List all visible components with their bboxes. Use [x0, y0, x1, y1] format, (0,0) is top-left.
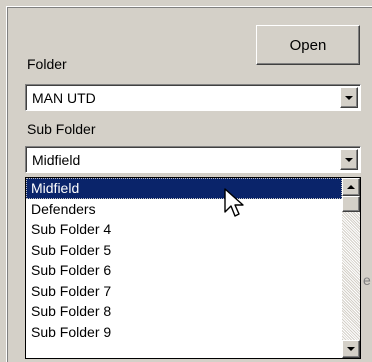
- list-item[interactable]: Defenders: [26, 199, 342, 220]
- list-item[interactable]: Sub Folder 7: [26, 281, 342, 302]
- dropdown-items: Midfield Defenders Sub Folder 4 Sub Fold…: [26, 178, 342, 342]
- list-item[interactable]: Sub Folder 5: [26, 240, 342, 261]
- list-item[interactable]: Sub Folder 4: [26, 219, 342, 240]
- sub-folder-label: Sub Folder: [27, 121, 96, 137]
- sub-folder-select-value: Midfield: [32, 152, 81, 168]
- sub-folder-select[interactable]: Midfield: [25, 146, 361, 173]
- list-item[interactable]: Sub Folder 6: [26, 260, 342, 281]
- mouse-pointer-icon: [224, 188, 244, 217]
- list-item[interactable]: Sub Folder 8: [26, 301, 342, 322]
- scroll-down-icon: [347, 347, 355, 351]
- sub-folder-dropdown-button[interactable]: [340, 149, 358, 170]
- open-button[interactable]: Open: [256, 25, 360, 65]
- scroll-down-button[interactable]: [342, 340, 360, 358]
- background-fragment: e: [363, 272, 371, 288]
- scroll-thumb[interactable]: [342, 196, 360, 212]
- chevron-down-icon: [345, 158, 353, 162]
- folder-select[interactable]: MAN UTD: [25, 84, 361, 111]
- folder-select-value: MAN UTD: [32, 90, 96, 106]
- chevron-down-icon: [345, 96, 353, 100]
- folder-label: Folder: [27, 56, 67, 72]
- open-button-label: Open: [289, 36, 327, 54]
- scroll-up-icon: [347, 185, 355, 189]
- sub-folder-dropdown-list[interactable]: Midfield Defenders Sub Folder 4 Sub Fold…: [25, 177, 361, 359]
- folder-dropdown-button[interactable]: [340, 87, 358, 108]
- list-item[interactable]: Sub Folder 9: [26, 322, 342, 343]
- list-item-selected[interactable]: Midfield: [26, 178, 342, 199]
- dropdown-scrollbar[interactable]: [342, 178, 360, 358]
- scroll-up-button[interactable]: [342, 178, 360, 196]
